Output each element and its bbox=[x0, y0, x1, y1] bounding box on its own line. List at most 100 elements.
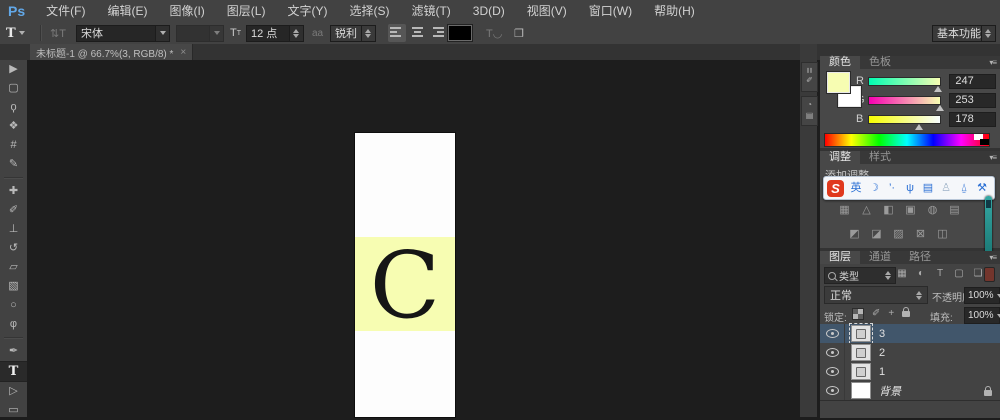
workspace-select[interactable]: 基本功能 bbox=[932, 22, 996, 44]
sogou-logo-icon[interactable]: S bbox=[827, 180, 844, 197]
keyboard-icon[interactable]: ▤ bbox=[919, 178, 937, 198]
filter-smart-objects-icon[interactable]: ❏ bbox=[972, 267, 984, 281]
dodge-tool[interactable]: φ bbox=[0, 315, 27, 334]
move-tool[interactable]: ▶ bbox=[0, 60, 27, 79]
foreground-color-swatch[interactable] bbox=[827, 72, 850, 93]
tab-paths[interactable]: 路径 bbox=[900, 251, 940, 264]
eraser-tool[interactable]: ▱ bbox=[0, 258, 27, 277]
fill-value[interactable]: 100% bbox=[964, 307, 1000, 324]
opacity-value[interactable]: 100% bbox=[964, 287, 1000, 304]
menu-item-7[interactable]: 3D(D) bbox=[462, 4, 516, 18]
layer-thumbnail[interactable] bbox=[851, 325, 871, 342]
layer-row-3[interactable]: 3 bbox=[820, 324, 1000, 344]
adjustment-icon-1-0[interactable]: ◩ bbox=[848, 228, 861, 241]
filter-adjustment-layers-icon[interactable]: ◐ bbox=[915, 267, 927, 281]
eye-icon[interactable] bbox=[826, 329, 839, 338]
slider-value-G[interactable]: 253 bbox=[949, 93, 996, 108]
tab-swatches[interactable]: 色板 bbox=[860, 56, 900, 69]
menu-item-2[interactable]: 图像(I) bbox=[158, 4, 215, 18]
font-style-select[interactable] bbox=[176, 22, 224, 44]
layer-thumbnail[interactable] bbox=[851, 382, 871, 399]
blur-tool[interactable]: ○ bbox=[0, 296, 27, 315]
healing-brush-tool[interactable]: ✚ bbox=[0, 182, 27, 201]
layer-thumbnail[interactable] bbox=[851, 363, 871, 380]
blend-mode-select[interactable]: 正常 bbox=[824, 286, 928, 304]
quick-selection-tool[interactable]: ❖ bbox=[0, 117, 27, 136]
filter-type-layers-icon[interactable]: T bbox=[934, 267, 946, 281]
wrench-icon[interactable]: ⚒ bbox=[973, 178, 991, 198]
menu-item-4[interactable]: 文字(Y) bbox=[276, 4, 338, 18]
align-center-button[interactable] bbox=[408, 24, 426, 42]
person-icon[interactable]: ♙ bbox=[937, 178, 955, 198]
punctuation-icon[interactable]: ’· bbox=[883, 178, 901, 198]
align-left-button[interactable] bbox=[388, 24, 406, 42]
text-orientation-button[interactable]: ⇅T bbox=[50, 22, 66, 44]
menu-item-0[interactable]: 文件(F) bbox=[35, 4, 96, 18]
visibility-cell[interactable] bbox=[820, 381, 845, 400]
slider-track-R[interactable] bbox=[868, 77, 941, 86]
slider-thumb-G[interactable] bbox=[936, 105, 944, 111]
eye-icon[interactable] bbox=[826, 367, 839, 376]
menu-item-10[interactable]: 帮助(H) bbox=[643, 4, 706, 18]
adjustment-icon-0-4[interactable]: ◍ bbox=[926, 204, 939, 217]
moon-icon[interactable]: ☽ bbox=[865, 178, 883, 198]
close-icon[interactable]: × bbox=[180, 47, 186, 58]
tab-styles[interactable]: 样式 bbox=[860, 151, 900, 164]
collapsed-panel-group-1[interactable]: ≣✐ bbox=[801, 62, 818, 92]
tab-adjustments[interactable]: 调整 bbox=[820, 151, 860, 164]
spectrum-black-swatch[interactable] bbox=[980, 139, 989, 145]
clone-stamp-tool[interactable]: ⊥ bbox=[0, 220, 27, 239]
adjustment-icon-1-3[interactable]: ⊠ bbox=[914, 228, 927, 241]
slider-track-G[interactable] bbox=[868, 96, 941, 105]
lock-all-icon[interactable] bbox=[902, 311, 910, 317]
anti-alias-select[interactable]: 锐利 bbox=[330, 22, 376, 44]
layer-row-2[interactable]: 2 bbox=[820, 343, 1000, 363]
eye-icon[interactable] bbox=[826, 348, 839, 357]
eye-icon[interactable] bbox=[826, 386, 839, 395]
crop-tool[interactable]: # bbox=[0, 136, 27, 155]
visibility-cell[interactable] bbox=[820, 343, 845, 362]
lock-transparency-icon[interactable] bbox=[852, 308, 864, 320]
layer-filter-toggle[interactable] bbox=[984, 267, 995, 282]
text-color-swatch[interactable] bbox=[448, 22, 472, 44]
panel-menu-icon[interactable] bbox=[989, 251, 996, 264]
document-tab[interactable]: 未标题-1 @ 66.7%(3, RGB/8) * × bbox=[30, 44, 193, 60]
layer-row-1[interactable]: 1 bbox=[820, 362, 1000, 382]
history-brush-tool[interactable]: ↺ bbox=[0, 239, 27, 258]
color-spectrum-ramp[interactable] bbox=[824, 133, 990, 147]
menu-item-6[interactable]: 滤镜(T) bbox=[400, 4, 461, 18]
font-family-select[interactable]: 宋体 bbox=[76, 22, 170, 44]
gradient-tool[interactable]: ▧ bbox=[0, 277, 27, 296]
align-right-button[interactable] bbox=[428, 24, 446, 42]
collapsed-panel-group-2[interactable]: ◔▤ bbox=[801, 96, 818, 126]
canvas-highlight[interactable]: C bbox=[355, 237, 455, 331]
menu-item-1[interactable]: 编辑(E) bbox=[96, 4, 158, 18]
menu-item-3[interactable]: 图层(L) bbox=[216, 4, 277, 18]
slider-thumb-R[interactable] bbox=[934, 86, 942, 92]
adjustment-icon-0-5[interactable]: ▤ bbox=[948, 204, 961, 217]
rectangle-tool[interactable]: ▭ bbox=[0, 401, 27, 420]
panel-menu-icon[interactable] bbox=[989, 151, 996, 164]
type-tool-preset[interactable]: T bbox=[6, 22, 25, 44]
slider-value-B[interactable]: 178 bbox=[949, 112, 996, 127]
layer-filter-select[interactable]: 类型 bbox=[824, 267, 896, 284]
adjustment-icon-1-1[interactable]: ◪ bbox=[870, 228, 883, 241]
adjustment-icon-0-2[interactable]: ◧ bbox=[882, 204, 895, 217]
adjustment-icon-0-3[interactable]: ▣ bbox=[904, 204, 917, 217]
eyedropper-tool[interactable]: ✎ bbox=[0, 155, 27, 174]
visibility-cell[interactable] bbox=[820, 362, 845, 381]
menu-item-8[interactable]: 视图(V) bbox=[516, 4, 578, 18]
adjustment-icon-1-2[interactable]: ▨ bbox=[892, 228, 905, 241]
toggle-panels-button[interactable]: ❐ bbox=[514, 22, 524, 44]
adjustment-icon-0-0[interactable]: ▦ bbox=[838, 204, 851, 217]
lock-pixels-icon[interactable]: ✐ bbox=[872, 308, 880, 320]
brush-tool[interactable]: ✐ bbox=[0, 201, 27, 220]
panel-menu-icon[interactable] bbox=[989, 56, 996, 69]
font-size-select[interactable]: 12 点 bbox=[246, 22, 304, 44]
skin-icon[interactable]: ⍙ bbox=[955, 178, 973, 198]
english-mode-icon[interactable]: 英 bbox=[847, 178, 865, 198]
pen-tool[interactable]: ✒ bbox=[0, 342, 27, 361]
layer-row-背景[interactable]: 背景 bbox=[820, 381, 1000, 401]
visibility-cell[interactable] bbox=[820, 324, 845, 343]
tab-channels[interactable]: 通道 bbox=[860, 251, 900, 264]
